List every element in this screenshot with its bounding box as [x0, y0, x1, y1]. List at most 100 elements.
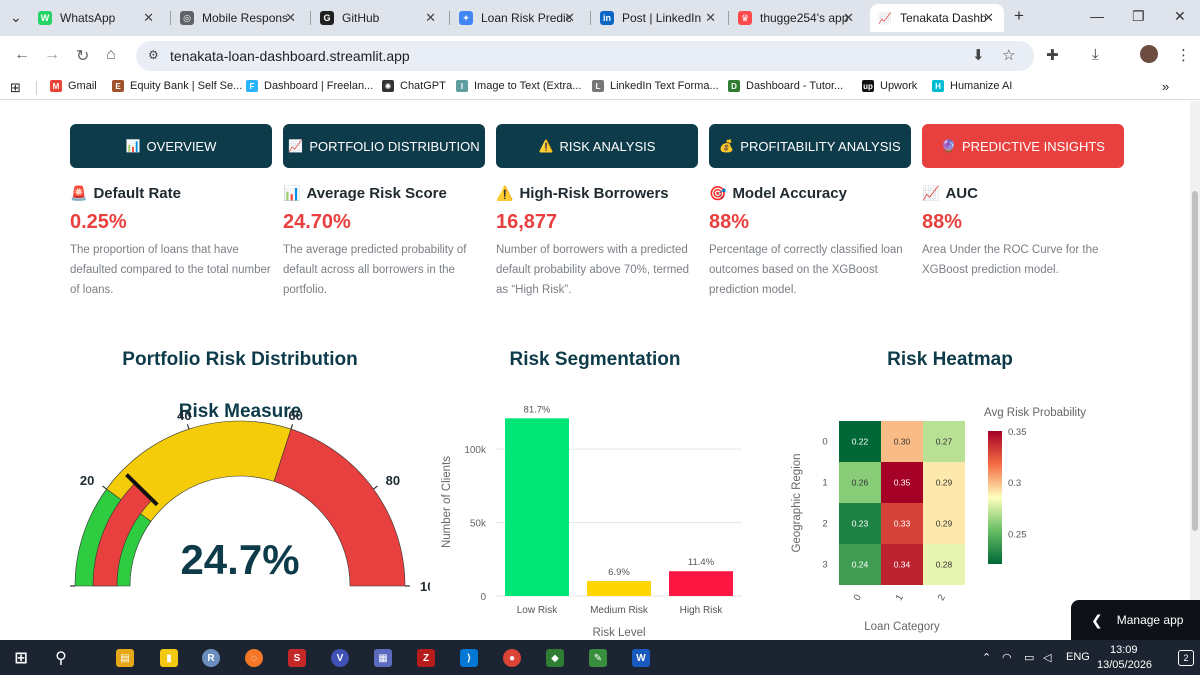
site-info-icon[interactable]: ⚙ — [148, 48, 159, 62]
install-app-icon[interactable]: ⬇ — [972, 46, 985, 64]
r-app-icon[interactable]: R — [202, 649, 220, 667]
notepad-icon[interactable]: ✎ — [589, 649, 607, 667]
browser-tab[interactable]: ✦ Loan Risk Predic ✕ — [451, 4, 585, 32]
gauge-tick-label: 20 — [80, 473, 94, 488]
bookmark-item[interactable]: D Dashboard - Tutor... — [728, 80, 843, 92]
more-bookmarks-icon[interactable]: » — [1162, 79, 1169, 94]
windows-start-icon[interactable]: ⊞ — [12, 649, 30, 667]
heatmap-y-tick-label: 3 — [822, 560, 827, 571]
filezilla-icon[interactable]: Z — [417, 649, 435, 667]
page-scrollbar[interactable] — [1190, 101, 1200, 640]
bookmark-label: ChatGPT — [400, 80, 446, 92]
extensions-icon[interactable]: ✚ — [1046, 46, 1059, 64]
metric-card: 🎯 Model Accuracy 88% Percentage of correctl… — [709, 185, 914, 300]
metric-title: ⚠️ High-Risk Borrowers — [496, 185, 701, 202]
heatmap-y-axis-label: Geographic Region — [791, 453, 803, 552]
tab-close-icon[interactable]: ✕ — [983, 10, 994, 26]
clock-date[interactable]: 13/05/2026 — [1097, 659, 1152, 671]
manage-app-button[interactable]: ❮ Manage app — [1071, 600, 1200, 640]
metric-value: 88% — [922, 211, 963, 233]
address-bar[interactable]: ⚙ tenakata-loan-dashboard.streamlit.app — [136, 41, 1034, 71]
metric-title-text: High-Risk Borrowers — [519, 185, 669, 202]
url-text[interactable]: tenakata-loan-dashboard.streamlit.app — [170, 48, 410, 64]
gauge-tick-mark — [373, 485, 378, 490]
scrollbar-thumb[interactable] — [1192, 191, 1198, 531]
file-explorer-icon[interactable]: ▤ — [116, 649, 134, 667]
word-icon[interactable]: W — [632, 649, 650, 667]
tab-search-icon[interactable]: ⌄ — [10, 9, 22, 26]
calculator-icon[interactable]: ▦ — [374, 649, 392, 667]
nav-button[interactable]: 📈 PORTFOLIO DISTRIBUTION — [283, 124, 485, 168]
browser-tab[interactable]: in Post | LinkedIn ✕ — [592, 4, 726, 32]
new-tab-icon[interactable]: + — [1014, 6, 1024, 26]
browser-tab[interactable]: ◎ Mobile Respons ✕ — [172, 4, 306, 32]
bookmark-item[interactable]: M Gmail — [50, 80, 97, 92]
chrome-icon[interactable]: ● — [503, 649, 521, 667]
vscode-icon[interactable]: ⟩ — [460, 649, 478, 667]
apps-grid-icon[interactable]: ⊞ — [10, 80, 21, 96]
metric-icon: 📊 — [283, 185, 301, 201]
heatmap-section-title: Risk Heatmap — [887, 349, 1013, 370]
heatmap-x-tick-label: 1 — [894, 593, 906, 603]
tab-close-icon[interactable]: ✕ — [143, 10, 154, 26]
jupyter-icon[interactable]: ◌ — [245, 649, 263, 667]
bookmark-item[interactable]: E Equity Bank | Self Se... — [112, 80, 242, 92]
search-icon[interactable]: ⚲ — [52, 649, 70, 667]
sql-tool-icon[interactable]: S — [288, 649, 306, 667]
nav-button[interactable]: 📊 OVERVIEW — [70, 124, 272, 168]
minimize-icon[interactable]: — — [1090, 8, 1104, 24]
bookmark-star-icon[interactable]: ☆ — [1002, 46, 1015, 64]
browser-tab[interactable]: 📈 Tenakata Dashb ✕ — [870, 4, 1004, 32]
bookmark-item[interactable]: I Image to Text (Extra... — [456, 80, 581, 92]
close-window-icon[interactable]: ✕ — [1174, 8, 1186, 25]
profile-avatar[interactable] — [1140, 45, 1158, 63]
tab-favicon-icon: ♛ — [738, 11, 752, 25]
bookmark-item[interactable]: L LinkedIn Text Forma... — [592, 80, 719, 92]
browser-tab[interactable]: ♛ thugge254's app ✕ — [730, 4, 864, 32]
tab-close-icon[interactable]: ✕ — [705, 10, 716, 26]
back-icon[interactable]: ← — [14, 46, 30, 64]
colorbar — [988, 431, 1002, 564]
forward-icon[interactable]: → — [44, 46, 60, 64]
nav-button[interactable]: 🔮 PREDICTIVE INSIGHTS — [922, 124, 1124, 168]
menu-icon[interactable]: ⋮ — [1176, 46, 1191, 64]
gauge-tick-mark — [186, 424, 190, 430]
bookmark-item[interactable]: H Humanize AI — [932, 80, 1012, 92]
nav-icon: 💰 — [719, 139, 735, 153]
nav-label: RISK ANALYSIS — [559, 138, 656, 154]
nav-button[interactable]: ⚠️ RISK ANALYSIS — [496, 124, 698, 168]
bar — [587, 581, 651, 596]
tab-favicon-icon: 📈 — [878, 11, 892, 25]
tray-chevron-icon[interactable]: ⌃ — [982, 651, 991, 664]
downloads-icon[interactable]: ⤓ — [1092, 46, 1099, 63]
tab-close-icon[interactable]: ✕ — [425, 10, 436, 26]
battery-icon[interactable]: ▭ — [1024, 651, 1034, 664]
wifi-icon[interactable]: ◠ — [1002, 651, 1012, 664]
git-icon[interactable]: ◆ — [546, 649, 564, 667]
browser-tab[interactable]: G GitHub ✕ — [312, 4, 446, 32]
metric-title: 📈 AUC — [922, 185, 1127, 202]
tab-close-icon[interactable]: ✕ — [564, 10, 575, 26]
clock-time[interactable]: 13:09 — [1110, 644, 1138, 656]
bookmark-item[interactable]: up Upwork — [862, 80, 917, 92]
reload-icon[interactable]: ↻ — [76, 46, 89, 66]
tab-close-icon[interactable]: ✕ — [285, 10, 296, 26]
home-icon[interactable]: ⌂ — [106, 46, 116, 64]
browser-tab[interactable]: W WhatsApp ✕ — [30, 4, 164, 32]
bookmark-item[interactable]: ✺ ChatGPT — [382, 80, 446, 92]
bar-data-label: 81.7% — [524, 404, 551, 415]
nav-button[interactable]: 💰 PROFITABILITY ANALYSIS — [709, 124, 911, 168]
metric-card: ⚠️ High-Risk Borrowers 16,877 Number of bor… — [496, 185, 701, 300]
restore-icon[interactable]: ❐ — [1132, 8, 1145, 25]
notification-badge[interactable]: 2 — [1178, 650, 1194, 666]
metric-description: Area Under the ROC Curve for the XGBoost… — [922, 244, 1099, 276]
power-bi-icon[interactable]: ▮ — [160, 649, 178, 667]
vpn-icon[interactable]: V — [331, 649, 349, 667]
volume-icon[interactable]: ◁ — [1043, 651, 1051, 664]
nav-icon: 🔮 — [941, 139, 956, 153]
windows-taskbar: ⊞ ⚲ ▤ ▮ R ◌ S V ▦ Z ⟩ ● ◆ ✎ W ⌃ ◠ ▭ ◁ EN… — [0, 640, 1200, 675]
language-indicator[interactable]: ENG — [1066, 651, 1090, 663]
bookmark-item[interactable]: F Dashboard | Freelan... — [246, 80, 373, 92]
tab-close-icon[interactable]: ✕ — [843, 10, 854, 26]
nav-icon: 📊 — [125, 139, 141, 153]
